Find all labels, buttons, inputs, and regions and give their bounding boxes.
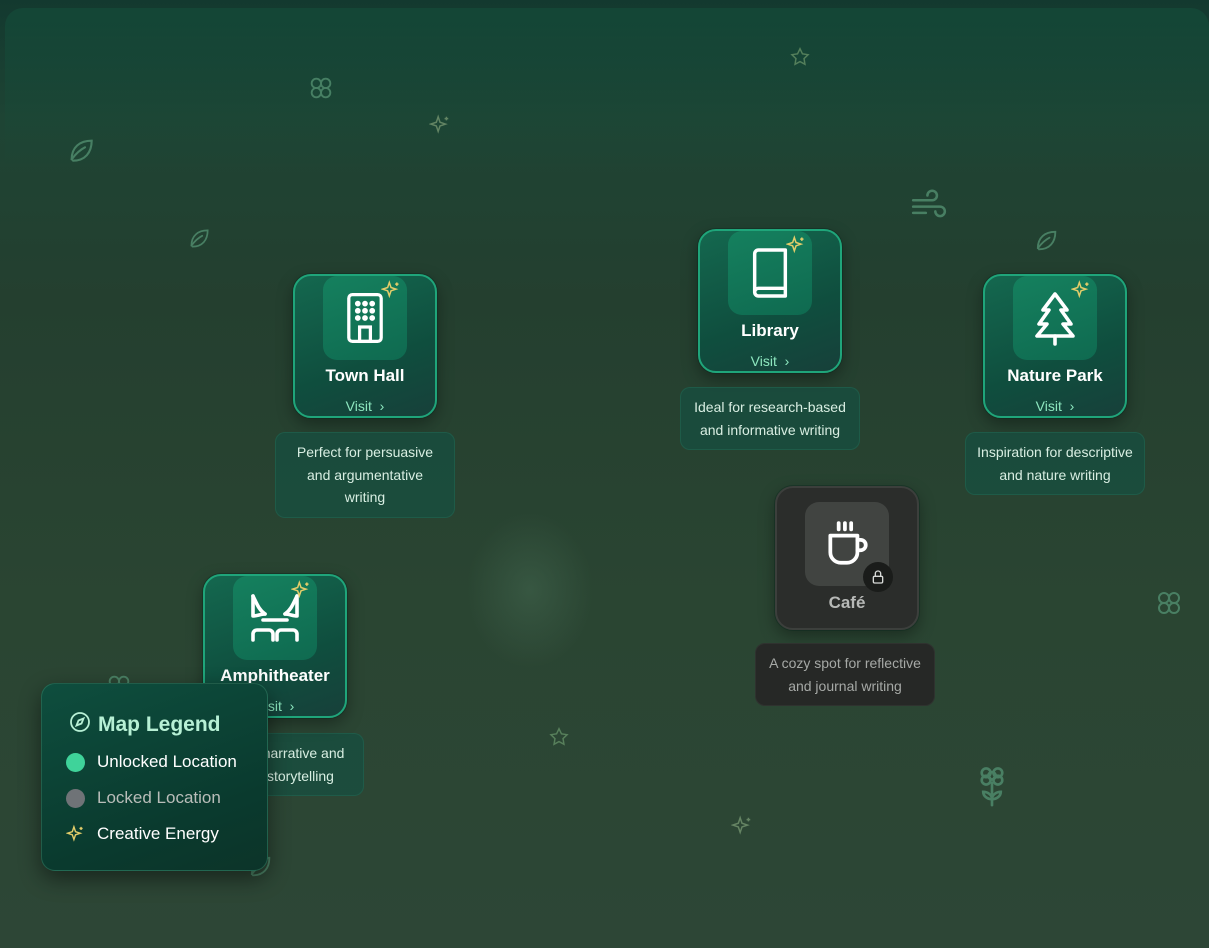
location-nature-park[interactable]: Nature Park Visit › [983,274,1127,418]
chevron-right-icon: › [379,398,385,414]
chevron-right-icon: › [289,698,295,714]
leaf-icon [186,225,212,251]
chevron-right-icon: › [784,353,790,369]
star-icon [789,46,811,68]
chevron-right-icon: › [1069,398,1075,414]
location-cafe[interactable]: Café [775,486,919,630]
location-description: A cozy spot for reflective and journal w… [755,643,935,706]
location-description: Inspiration for descriptive and nature w… [965,432,1145,495]
lock-icon [863,562,893,592]
location-name: Nature Park [1007,366,1103,385]
location-description: Perfect for persuasive and argumentative… [275,432,455,518]
location-description: Ideal for research-based and informative… [680,387,860,450]
coffee-cup-icon [805,502,893,592]
locked-dot [66,788,85,808]
compass-icon [68,710,92,740]
leaf-icon [65,134,97,166]
visit-link[interactable]: Visit › [700,353,840,369]
sparkles-icon [66,824,85,844]
location-library[interactable]: Library Visit › [698,229,842,373]
location-name: Café [828,593,866,612]
location-name: Library [741,321,799,340]
leaf-icon [1032,226,1060,254]
visit-link[interactable]: Visit › [295,398,435,414]
star-icon [548,726,570,748]
location-name: Town Hall [325,366,405,385]
location-town-hall[interactable]: Town Hall Visit › [293,274,437,418]
legend-item-creative-energy: Creative Energy [66,824,219,844]
visit-link[interactable]: Visit › [985,398,1125,414]
map-legend: Map Legend Unlocked Location Locked Loca… [41,683,268,871]
flower-icon [974,764,1010,808]
unlocked-dot [66,752,85,772]
legend-title: Map Legend [68,710,221,740]
legend-item-unlocked: Unlocked Location [66,752,237,772]
world-map: Town Hall Visit › Perfect for persuasive… [0,0,1209,948]
wind-icon [910,189,948,221]
clover-icon [307,74,335,102]
sparkle-icon [429,114,451,136]
sparkles-icon [1070,280,1091,305]
sparkle-icon [731,815,753,837]
sparkles-icon [785,235,806,260]
sparkles-icon [380,280,401,305]
sparkles-icon [290,580,311,605]
clover-icon [1154,588,1184,618]
legend-item-locked: Locked Location [66,788,221,808]
